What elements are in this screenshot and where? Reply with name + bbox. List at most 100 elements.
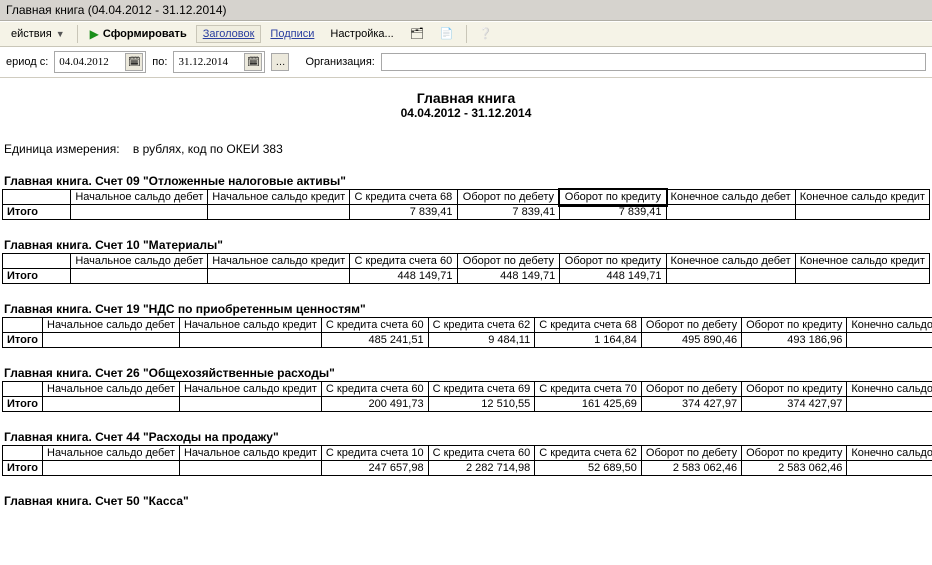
- col-k62[interactable]: С кредита счета 62: [428, 318, 535, 333]
- col-nsd[interactable]: Начальное сальдо дебет: [43, 318, 180, 333]
- col-ok[interactable]: Оборот по кредиту: [742, 318, 847, 333]
- cell[interactable]: 12 510,55: [428, 397, 535, 412]
- col-k60[interactable]: С кредита счета 60: [321, 318, 428, 333]
- col-ksk[interactable]: Конечное сальдо кредит: [795, 254, 929, 269]
- tool-icon-2[interactable]: 📄: [433, 24, 461, 44]
- col-ksk[interactable]: Конечное сальдо кредит: [795, 190, 929, 205]
- col-od[interactable]: Оборот по дебету: [641, 382, 741, 397]
- col-k68[interactable]: С кредита счета 68: [350, 190, 457, 205]
- cell[interactable]: 7 839,41: [457, 205, 560, 220]
- cell[interactable]: [43, 333, 180, 348]
- table-row[interactable]: Итого 485 241,51 9 484,11 1 164,84 495 8…: [3, 333, 932, 348]
- date-to-field[interactable]: 🗓: [173, 51, 265, 73]
- cell[interactable]: 9 484,11: [428, 333, 535, 348]
- col-nsk[interactable]: Начальное сальдо кредит: [208, 254, 350, 269]
- col-k60[interactable]: С кредита счета 60: [350, 254, 457, 269]
- cell[interactable]: 1 164,84: [535, 333, 642, 348]
- col-nsd[interactable]: Начальное сальдо дебет: [43, 382, 180, 397]
- cell[interactable]: [847, 461, 932, 476]
- cell[interactable]: [71, 269, 208, 284]
- cell[interactable]: [847, 397, 932, 412]
- cell[interactable]: [179, 397, 321, 412]
- col-ok[interactable]: Оборот по кредиту: [742, 382, 847, 397]
- cell[interactable]: 2 282 714,98: [428, 461, 535, 476]
- setup-button[interactable]: Настройка...: [323, 25, 400, 43]
- date-from-input[interactable]: [57, 55, 123, 69]
- cell[interactable]: 2 583 062,46: [641, 461, 741, 476]
- col-nsd[interactable]: Начальное сальдо дебет: [71, 254, 208, 269]
- col-nsd[interactable]: Начальное сальдо дебет: [71, 190, 208, 205]
- calendar-icon[interactable]: 🗓: [244, 53, 262, 71]
- tool-icon-1[interactable]: 🗂: [403, 24, 431, 44]
- cell[interactable]: 7 839,41: [350, 205, 457, 220]
- cell[interactable]: 2: [847, 333, 932, 348]
- col-k60[interactable]: С кредита счета 60: [321, 382, 428, 397]
- section-title: Главная книга. Счет 10 "Материалы": [4, 238, 930, 252]
- col-od[interactable]: Оборот по дебету: [641, 318, 741, 333]
- cell[interactable]: [43, 461, 180, 476]
- table-row[interactable]: Итого 7 839,41 7 839,41 7 839,41: [3, 205, 930, 220]
- col-k10[interactable]: С кредита счета 10: [321, 446, 428, 461]
- cell[interactable]: [208, 205, 350, 220]
- actions-menu[interactable]: ействия ▼: [4, 25, 72, 43]
- cell[interactable]: 374 427,97: [742, 397, 847, 412]
- period-picker-button[interactable]: …: [271, 53, 289, 71]
- date-to-input[interactable]: [176, 55, 242, 69]
- cell[interactable]: [71, 205, 208, 220]
- cell[interactable]: 161 425,69: [535, 397, 642, 412]
- col-nsk[interactable]: Начальное сальдо кредит: [179, 318, 321, 333]
- col-nsd[interactable]: Начальное сальдо дебет: [43, 446, 180, 461]
- cell[interactable]: [795, 269, 929, 284]
- col-k62[interactable]: С кредита счета 62: [535, 446, 642, 461]
- col-k69[interactable]: С кредита счета 69: [428, 382, 535, 397]
- header-button[interactable]: Заголовок: [196, 25, 262, 43]
- col-k70[interactable]: С кредита счета 70: [535, 382, 642, 397]
- cell[interactable]: 7 839,41: [560, 205, 666, 220]
- cell[interactable]: 374 427,97: [641, 397, 741, 412]
- cell[interactable]: 52 689,50: [535, 461, 642, 476]
- help-button[interactable]: ❔: [472, 24, 500, 44]
- col-k68[interactable]: С кредита счета 68: [535, 318, 642, 333]
- col-ok[interactable]: Оборот по кредиту: [742, 446, 847, 461]
- col-ksd-cut[interactable]: Конечно сальдо д: [847, 446, 932, 461]
- cell[interactable]: 448 149,71: [350, 269, 457, 284]
- col-ok[interactable]: Оборот по кредиту: [560, 254, 666, 269]
- calendar-icon[interactable]: 🗓: [125, 53, 143, 71]
- col-ok-selected[interactable]: Оборот по кредиту: [560, 190, 666, 205]
- cell[interactable]: [179, 461, 321, 476]
- col-od[interactable]: Оборот по дебету: [457, 254, 560, 269]
- cell[interactable]: 200 491,73: [321, 397, 428, 412]
- table-row[interactable]: Итого 448 149,71 448 149,71 448 149,71: [3, 269, 930, 284]
- col-ksd-cut[interactable]: Конечно сальдо д: [847, 382, 932, 397]
- cell[interactable]: [43, 397, 180, 412]
- signatures-button[interactable]: Подписи: [263, 25, 321, 43]
- col-od[interactable]: Оборот по дебету: [641, 446, 741, 461]
- col-nsk[interactable]: Начальное сальдо кредит: [179, 446, 321, 461]
- col-ksd[interactable]: Конечное сальдо дебет: [666, 254, 795, 269]
- cell[interactable]: 448 149,71: [457, 269, 560, 284]
- cell[interactable]: [666, 269, 795, 284]
- cell[interactable]: 485 241,51: [321, 333, 428, 348]
- cell[interactable]: [179, 333, 321, 348]
- section-09: Главная книга. Счет 09 "Отложенные налог…: [2, 174, 930, 220]
- table-row[interactable]: Итого 200 491,73 12 510,55 161 425,69 37…: [3, 397, 932, 412]
- col-od[interactable]: Оборот по дебету: [457, 190, 560, 205]
- cell[interactable]: 493 186,96: [742, 333, 847, 348]
- cell[interactable]: [666, 205, 795, 220]
- date-from-field[interactable]: 🗓: [54, 51, 146, 73]
- col-k60[interactable]: С кредита счета 60: [428, 446, 535, 461]
- cell[interactable]: 2 583 062,46: [742, 461, 847, 476]
- col-nsk[interactable]: Начальное сальдо кредит: [208, 190, 350, 205]
- cell[interactable]: 448 149,71: [560, 269, 666, 284]
- cell[interactable]: 247 657,98: [321, 461, 428, 476]
- col-ksd[interactable]: Конечное сальдо дебет: [666, 190, 795, 205]
- cell[interactable]: 495 890,46: [641, 333, 741, 348]
- table-row[interactable]: Итого 247 657,98 2 282 714,98 52 689,50 …: [3, 461, 932, 476]
- col-nsk[interactable]: Начальное сальдо кредит: [179, 382, 321, 397]
- cell[interactable]: [208, 269, 350, 284]
- form-button[interactable]: ▶Сформировать: [83, 24, 194, 44]
- col-ksd-cut[interactable]: Конечно сальдо д: [847, 318, 932, 333]
- cell[interactable]: [795, 205, 929, 220]
- section-50: Главная книга. Счет 50 "Касса": [2, 494, 930, 508]
- org-input[interactable]: [381, 53, 926, 71]
